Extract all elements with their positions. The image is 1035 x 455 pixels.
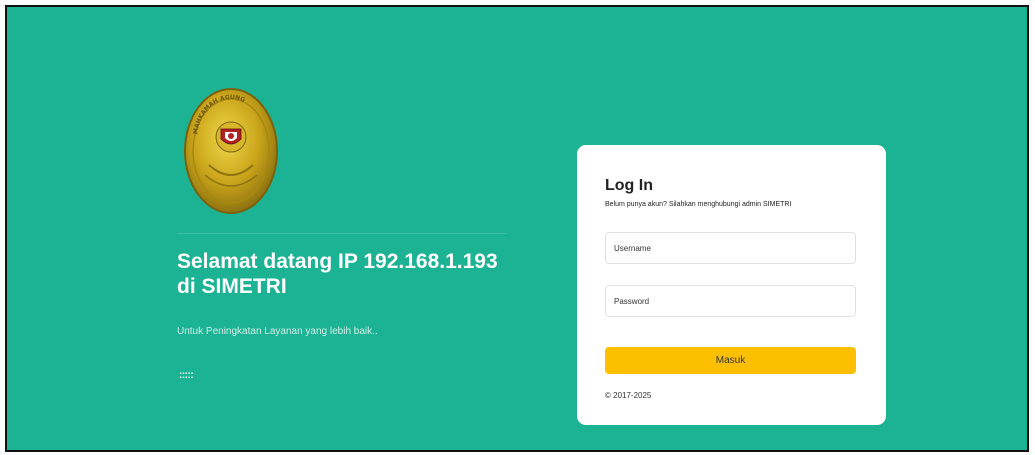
mahkamah-agung-logo-icon: MAHKAMAH AGUNG (184, 88, 278, 214)
copyright-text: © 2017-2025 (605, 391, 652, 400)
welcome-title: Selamat datang IP 192.168.1.193 di SIMET… (177, 250, 498, 298)
username-input[interactable] (605, 232, 856, 264)
login-title: Log In (605, 177, 653, 194)
login-card: Log In Belum punya akun? Silahkan menghu… (577, 145, 886, 425)
page-frame: MAHKAMAH AGUNG Selamat datang IP 192.168… (5, 5, 1029, 452)
divider (177, 233, 507, 234)
welcome-subtitle: Untuk Peningkatan Layanan yang lebih bai… (177, 326, 378, 337)
login-description: Belum punya akun? Silahkan menghubungi a… (605, 201, 792, 208)
password-input[interactable] (605, 285, 856, 317)
login-button[interactable]: Masuk (605, 347, 856, 374)
dots-decoration: ::::: (179, 370, 194, 381)
